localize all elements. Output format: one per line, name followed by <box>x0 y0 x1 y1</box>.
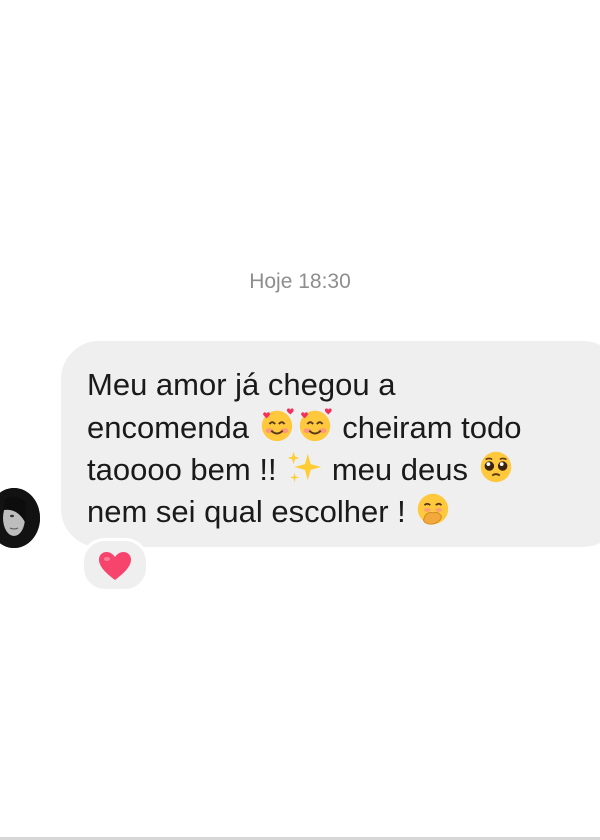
red-heart-icon <box>99 552 131 580</box>
message-text: nem sei qual escolher ! <box>87 494 406 529</box>
message-text: encomenda <box>87 410 250 445</box>
sparkles-icon <box>288 451 322 483</box>
message-text: meu deus <box>331 452 468 487</box>
message-line-2: encomenda cheiram todo <box>87 406 521 447</box>
message-text: cheiram todo <box>342 410 522 445</box>
smiling-face-with-hearts-icon <box>299 408 332 442</box>
message-line-3: taoooo bem !! meu deus <box>87 448 515 489</box>
message-timestamp: Hoje 18:30 <box>249 270 351 293</box>
message-text: taoooo bem !! <box>87 452 277 487</box>
face-with-hand-over-mouth-icon <box>418 493 449 525</box>
message-text: Meu amor já chegou a <box>87 367 396 402</box>
message-line-1: Meu amor já chegou a <box>87 366 395 404</box>
avatar-photo-icon <box>0 488 40 548</box>
smiling-face-with-hearts-icon <box>261 408 294 442</box>
sender-avatar[interactable] <box>0 488 40 548</box>
reaction-badge[interactable] <box>81 538 149 592</box>
pleading-face-icon <box>480 451 511 483</box>
message-line-4: nem sei qual escolher ! <box>87 490 452 531</box>
